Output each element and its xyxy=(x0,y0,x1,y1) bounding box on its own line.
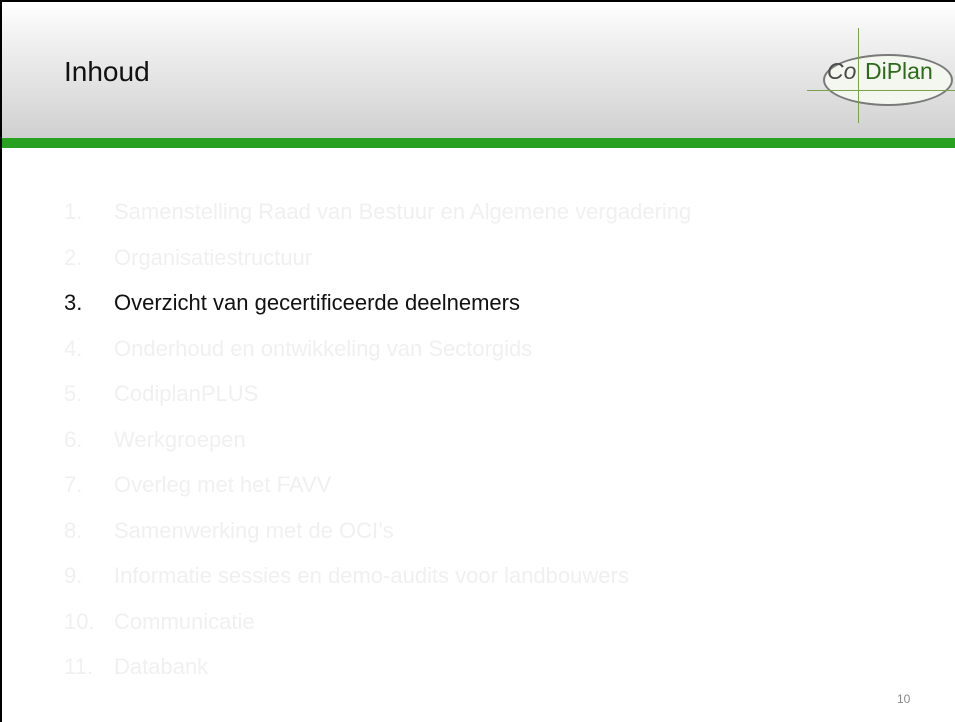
agenda-item: 2. Organisatiestructuur xyxy=(64,235,691,281)
agenda-item: 9. Informatie sessies en demo-audits voor… xyxy=(64,553,691,599)
agenda-item-number: 10. xyxy=(64,608,95,634)
logo-text-co: Co xyxy=(827,58,857,84)
agenda-item-number: 2. xyxy=(64,244,83,270)
agenda-item-text: Overleg met het FAVV xyxy=(114,472,332,497)
agenda-item-number: 1. xyxy=(64,199,83,224)
logo-crosshair-horizontal xyxy=(807,90,955,91)
agenda-item: 8. Samenwerking met de OCI’s xyxy=(64,508,691,554)
agenda-item-text: Informatie sessies en demo-audits voor l… xyxy=(114,563,629,588)
agenda-item-number: 11. xyxy=(64,654,93,679)
header-divider xyxy=(2,138,955,148)
agenda-item-number: 5. xyxy=(64,381,83,406)
agenda-list: 1. Samenstelling Raad van Bestuur en Alge… xyxy=(64,189,691,690)
agenda-item-number: 6. xyxy=(64,426,83,452)
agenda-item-number: 4. xyxy=(64,335,83,361)
agenda-item-text: Overzicht van gecertificeerde deelnemers xyxy=(114,290,520,315)
agenda-item-number: 8. xyxy=(64,517,83,543)
agenda-item: 4. Onderhoud en ontwikkeling van Sectorgi… xyxy=(64,326,691,372)
agenda-item-text: Onderhoud en ontwikkeling van Sectorgids xyxy=(114,335,533,361)
agenda-item: 7. Overleg met het FAVV xyxy=(64,462,691,508)
agenda-item: 5. CodiplanPLUS xyxy=(64,371,691,417)
page-number: 10 xyxy=(897,692,911,706)
agenda-item-number: 3. xyxy=(64,290,83,315)
slide: Inhoud Co DiPlan 1. Samenstelling Raad va… xyxy=(0,0,955,722)
agenda-item: 10. Communicatie xyxy=(64,599,691,645)
logo-crosshair-vertical xyxy=(858,28,859,123)
agenda-item-text: Communicatie xyxy=(114,608,255,634)
agenda-item-number: 9. xyxy=(64,563,83,588)
agenda-item-active: 3. Overzicht van gecertificeerde deelneme… xyxy=(64,280,691,326)
agenda-item: 11. Databank xyxy=(64,644,691,690)
agenda-item-text: Organisatiestructuur xyxy=(114,244,313,270)
slide-title: Inhoud xyxy=(64,56,150,87)
codiplan-logo: Co DiPlan xyxy=(807,28,955,124)
logo-text-diplan: DiPlan xyxy=(865,58,933,84)
agenda-item: 1. Samenstelling Raad van Bestuur en Alge… xyxy=(64,189,691,235)
agenda-item-text: Samenwerking met de OCI’s xyxy=(114,517,394,543)
agenda-item-number: 7. xyxy=(64,472,83,497)
agenda-item-text: CodiplanPLUS xyxy=(114,381,259,406)
agenda-item-text: Databank xyxy=(114,654,209,679)
agenda-item-text: Samenstelling Raad van Bestuur en Algeme… xyxy=(114,199,692,224)
agenda-item: 6. Werkgroepen xyxy=(64,417,691,463)
agenda-item-text: Werkgroepen xyxy=(114,426,246,452)
